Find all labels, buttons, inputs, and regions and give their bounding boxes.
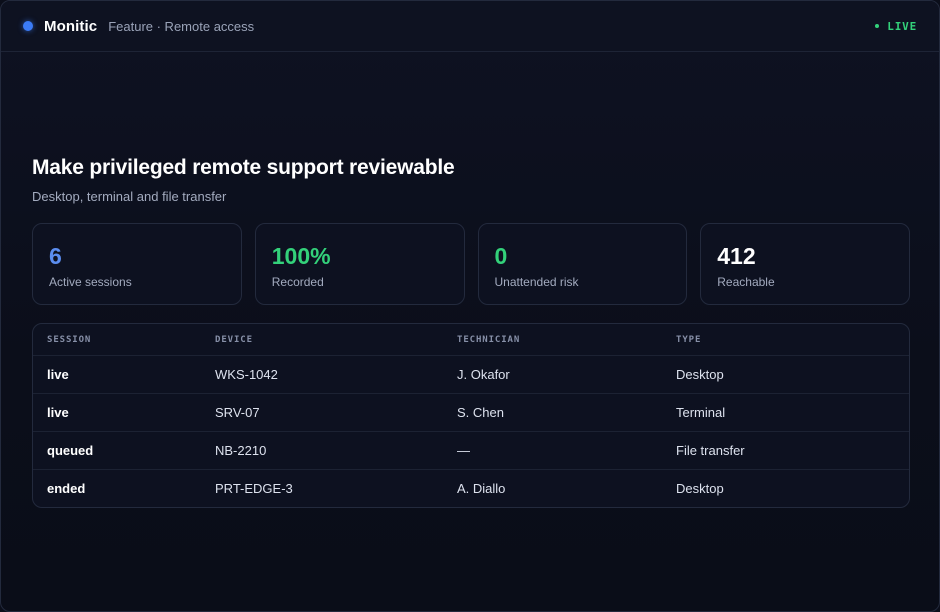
stat-value: 0 [494, 243, 508, 269]
stat-label: Unattended risk [494, 275, 579, 289]
device-name: SRV-07 [215, 405, 260, 420]
session-type: Desktop [676, 367, 724, 382]
session-status: live [47, 367, 69, 382]
table-header-row: SESSION DEVICE TECHNICIAN TYPE [33, 324, 909, 355]
table-row[interactable]: live SRV-07 S. Chen Terminal [33, 393, 909, 431]
stat-label: Reachable [717, 275, 775, 289]
table-row[interactable]: queued NB-2210 — File transfer [33, 431, 909, 469]
page-subtitle: Desktop, terminal and file transfer [32, 189, 227, 204]
table-row[interactable]: ended PRT-EDGE-3 A. Diallo Desktop [33, 469, 909, 507]
stat-card-reachable: 412 Reachable [700, 223, 910, 305]
brand-logo-icon [23, 21, 33, 31]
stat-card-unattended-risk: 0 Unattended risk [477, 223, 688, 305]
stat-card-active-sessions: 6 Active sessions [32, 223, 242, 305]
column-header-session: SESSION [47, 334, 92, 345]
technician-name: A. Diallo [457, 481, 506, 496]
stats-row: 6 Active sessions 100% Recorded 0 Unatte… [32, 223, 910, 305]
session-status: ended [47, 481, 86, 496]
breadcrumb: Feature · Remote access [108, 18, 255, 34]
stat-card-recorded: 100% Recorded [254, 223, 465, 305]
table-row[interactable]: live WKS-1042 J. Okafor Desktop [33, 355, 909, 393]
technician-name: — [457, 443, 470, 458]
main-content: Make privileged remote support reviewabl… [32, 156, 910, 508]
session-status: queued [47, 443, 94, 458]
session-type: Terminal [676, 405, 726, 420]
device-name: WKS-1042 [215, 367, 278, 382]
session-type: Desktop [676, 481, 724, 496]
brand-name[interactable]: Monitic [44, 18, 97, 35]
stat-value: 412 [717, 243, 756, 269]
column-header-device: DEVICE [215, 334, 253, 345]
page-title: Make privileged remote support reviewabl… [32, 156, 455, 179]
device-name: PRT-EDGE-3 [215, 481, 293, 496]
session-status: live [47, 405, 69, 420]
app-window: Monitic Feature · Remote access LIVE Mak… [0, 0, 940, 612]
stat-label: Active sessions [49, 275, 132, 289]
live-status-label: LIVE [887, 19, 917, 33]
stat-value: 6 [49, 243, 62, 269]
live-dot-icon [875, 24, 880, 28]
technician-name: S. Chen [457, 405, 504, 420]
stat-value: 100% [271, 243, 331, 269]
technician-name: J. Okafor [457, 367, 510, 382]
sessions-table: SESSION DEVICE TECHNICIAN TYPE live WKS-… [32, 323, 910, 508]
top-bar: Monitic Feature · Remote access LIVE [1, 1, 939, 52]
device-name: NB-2210 [215, 443, 267, 458]
column-header-technician: TECHNICIAN [457, 334, 521, 345]
stat-label: Recorded [271, 275, 324, 289]
column-header-type: TYPE [676, 334, 702, 345]
live-status-badge: LIVE [875, 20, 917, 33]
session-type: File transfer [676, 443, 745, 458]
